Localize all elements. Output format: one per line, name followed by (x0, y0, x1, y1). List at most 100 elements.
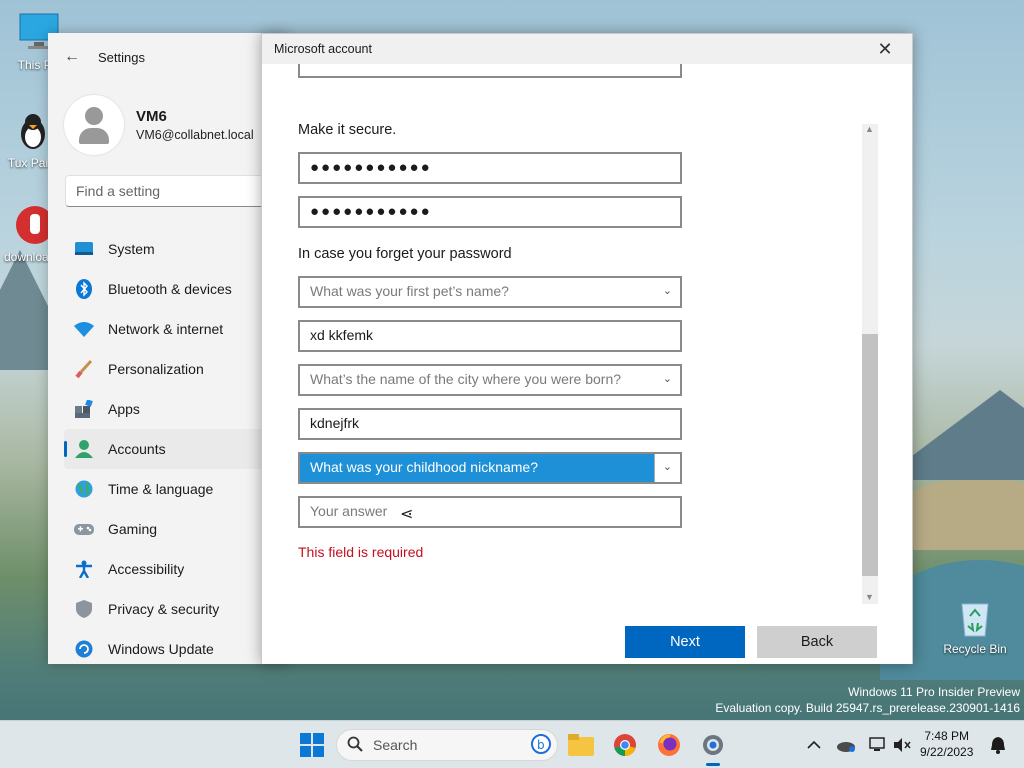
form-scrollbar[interactable]: ▲ ▼ (862, 124, 878, 604)
svg-text:b: b (537, 738, 545, 752)
nav-item-network[interactable]: Network & internet (48, 309, 288, 349)
forget-password-label: In case you forget your password (298, 246, 512, 262)
settings-nav: System Bluetooth & devices Network & int… (48, 229, 288, 669)
bluetooth-icon (74, 279, 94, 299)
search-label: Search (373, 737, 418, 753)
scroll-down-icon[interactable]: ▼ (865, 592, 874, 602)
volume-mute-icon[interactable] (888, 731, 916, 759)
answer-1-field[interactable]: xd kkfemk (298, 320, 682, 352)
nav-item-privacy-security[interactable]: Privacy & security (48, 589, 288, 629)
cut-off-field[interactable] (298, 64, 682, 78)
gamepad-icon (74, 519, 94, 539)
make-secure-label: Make it secure. (298, 122, 397, 138)
chevron-down-icon: ⌄ (662, 285, 672, 297)
nav-item-bluetooth[interactable]: Bluetooth & devices (48, 269, 288, 309)
accounts-icon (74, 439, 94, 459)
security-question-1-select[interactable]: What was your first pet’s name? ⌄ (298, 276, 682, 308)
answer-3-field[interactable]: Your answer (298, 496, 682, 528)
firefox-icon[interactable] (655, 731, 683, 759)
globe-icon (74, 479, 94, 499)
onedrive-icon[interactable] (832, 731, 860, 759)
system-icon (74, 239, 94, 259)
nav-item-apps[interactable]: Apps (48, 389, 288, 429)
nav-item-accounts[interactable]: Accounts (64, 429, 288, 469)
notification-bell-icon[interactable] (984, 731, 1012, 759)
nav-label: Windows Update (108, 641, 214, 657)
nav-label: Personalization (108, 361, 204, 377)
nav-label: Bluetooth & devices (108, 281, 232, 297)
clock-time: 7:48 PM (924, 729, 970, 743)
user-name: VM6 (136, 108, 167, 125)
settings-window: ← Settings VM6 VM6@collabnet.local Find … (48, 33, 288, 664)
dialog-body: Make it secure. ●●●●●●●●●●● ●●●●●●●●●●● … (262, 64, 912, 664)
taskbar: Search b 7:48 PM 9/22/2023 (0, 720, 1024, 768)
evaluation-watermark: Windows 11 Pro Insider Preview Evaluatio… (715, 684, 1020, 716)
nav-label: Gaming (108, 521, 158, 537)
settings-gear-icon[interactable] (699, 731, 727, 759)
scroll-thumb[interactable] (862, 334, 878, 576)
accessibility-icon (74, 559, 94, 579)
answer-3-placeholder: Your answer (310, 503, 388, 519)
taskbar-search[interactable]: Search b (336, 729, 558, 761)
desktop-icon-recycle-bin[interactable]: Recycle Bin (940, 596, 1010, 656)
dialog-title: Microsoft account (274, 42, 372, 56)
update-icon (74, 639, 94, 659)
desktop-icon-label: Recycle Bin (943, 642, 1007, 656)
field-required-error: This field is required (298, 544, 424, 560)
question-3-text: What was your childhood nickname? (310, 459, 539, 475)
dialog-titlebar: Microsoft account ✕ (262, 34, 912, 64)
nav-item-gaming[interactable]: Gaming (48, 509, 288, 549)
text-cursor-icon: ⋖ (400, 506, 414, 523)
microsoft-account-dialog: Microsoft account ✕ Make it secure. ●●●●… (261, 33, 913, 664)
watermark-line-1: Windows 11 Pro Insider Preview (848, 685, 1020, 699)
nav-item-windows-update[interactable]: Windows Update (48, 629, 288, 669)
chrome-icon[interactable] (611, 731, 639, 759)
apps-icon (74, 399, 94, 419)
find-setting-input[interactable]: Find a setting (65, 175, 275, 207)
nav-label: System (108, 241, 155, 257)
security-question-3-select[interactable]: What was your childhood nickname? ⌄ (298, 452, 682, 484)
answer-2-field[interactable]: kdnejfrk (298, 408, 682, 440)
nav-label: Accounts (108, 441, 166, 457)
nav-item-accessibility[interactable]: Accessibility (48, 549, 288, 589)
settings-titlebar: ← Settings (48, 33, 288, 81)
nav-item-time-language[interactable]: Time & language (48, 469, 288, 509)
password-field[interactable]: ●●●●●●●●●●● (298, 152, 682, 184)
confirm-password-field[interactable]: ●●●●●●●●●●● (298, 196, 682, 228)
brush-icon (74, 359, 94, 379)
clock[interactable]: 7:48 PM 9/22/2023 (920, 728, 973, 760)
back-arrow-icon[interactable]: ← (64, 48, 80, 66)
active-app-indicator (706, 763, 720, 766)
next-button[interactable]: Next (625, 626, 745, 658)
back-button[interactable]: Back (757, 626, 877, 658)
file-explorer-icon[interactable] (567, 731, 595, 759)
recycle-bin-icon (954, 596, 996, 638)
nav-label: Time & language (108, 481, 214, 497)
security-question-2-select[interactable]: What’s the name of the city where you we… (298, 364, 682, 396)
clock-date: 9/22/2023 (920, 745, 974, 759)
chevron-down-icon: ⌄ (662, 461, 672, 473)
shield-icon (74, 599, 94, 619)
nav-label: Apps (108, 401, 140, 417)
scroll-up-icon[interactable]: ▲ (865, 124, 874, 134)
settings-title: Settings (98, 49, 145, 65)
question-2-text: What’s the name of the city where you we… (310, 371, 622, 387)
user-email: VM6@collabnet.local (136, 128, 254, 142)
windows-logo-icon (300, 733, 324, 757)
avatar (64, 95, 124, 155)
nav-label: Accessibility (108, 561, 185, 577)
close-icon[interactable]: ✕ (870, 39, 900, 60)
start-button[interactable] (298, 731, 326, 759)
nav-item-personalization[interactable]: Personalization (48, 349, 288, 389)
search-icon (347, 736, 363, 755)
watermark-line-2: Evaluation copy. Build 25947.rs_prerelea… (715, 701, 1020, 715)
chevron-up-icon[interactable] (800, 731, 828, 759)
chevron-down-icon: ⌄ (662, 373, 672, 385)
nav-item-system[interactable]: System (48, 229, 288, 269)
user-profile: VM6 VM6@collabnet.local (48, 81, 288, 169)
question-1-text: What was your first pet’s name? (310, 283, 509, 299)
bing-icon[interactable]: b (531, 733, 551, 757)
form-scroll-area: Make it secure. ●●●●●●●●●●● ●●●●●●●●●●● … (298, 64, 858, 604)
nav-label: Network & internet (108, 321, 224, 337)
wifi-icon (74, 319, 94, 339)
